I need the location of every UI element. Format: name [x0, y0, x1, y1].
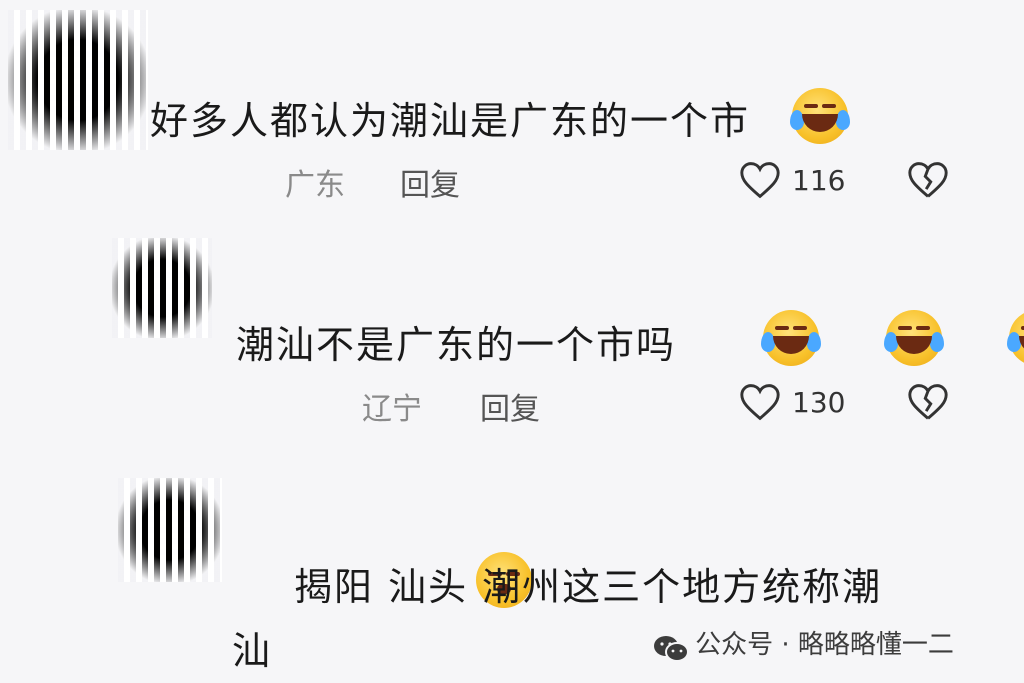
laugh-cry-emoji [790, 88, 850, 144]
comment-location: 辽宁 [362, 392, 422, 427]
watermark: 公众号 · 略略略懂一二 [652, 624, 954, 664]
laugh-cry-emoji [1007, 310, 1024, 366]
avatar[interactable] [8, 10, 148, 150]
like-count: 130 [792, 386, 846, 419]
heart-icon[interactable] [738, 382, 782, 422]
broken-heart-icon[interactable] [906, 160, 950, 200]
comment-text: 好多人都认为潮汕是广东的一个市 [150, 99, 751, 143]
laugh-cry-emoji [761, 310, 822, 366]
broken-heart-icon[interactable] [906, 382, 950, 422]
reply-button[interactable]: 回复 [480, 384, 540, 428]
like-count: 116 [792, 164, 846, 197]
comment-location: 广东 [285, 168, 345, 203]
watermark-account: 略略略懂一二 [797, 630, 954, 660]
avatar[interactable] [118, 478, 222, 582]
avatar[interactable] [112, 238, 212, 338]
laugh-cry-emoji [884, 310, 945, 366]
comment-text-continued: 汕 [232, 629, 273, 673]
wechat-icon [654, 635, 689, 662]
heart-icon[interactable] [738, 160, 782, 200]
comment-text: 潮汕不是广东的一个市吗 [236, 323, 677, 367]
watermark-prefix: 公众号 · [695, 630, 798, 660]
comment-text: 揭阳 汕头 潮州这三个地方统称潮 [294, 565, 883, 609]
reply-button[interactable]: 回复 [400, 160, 460, 204]
